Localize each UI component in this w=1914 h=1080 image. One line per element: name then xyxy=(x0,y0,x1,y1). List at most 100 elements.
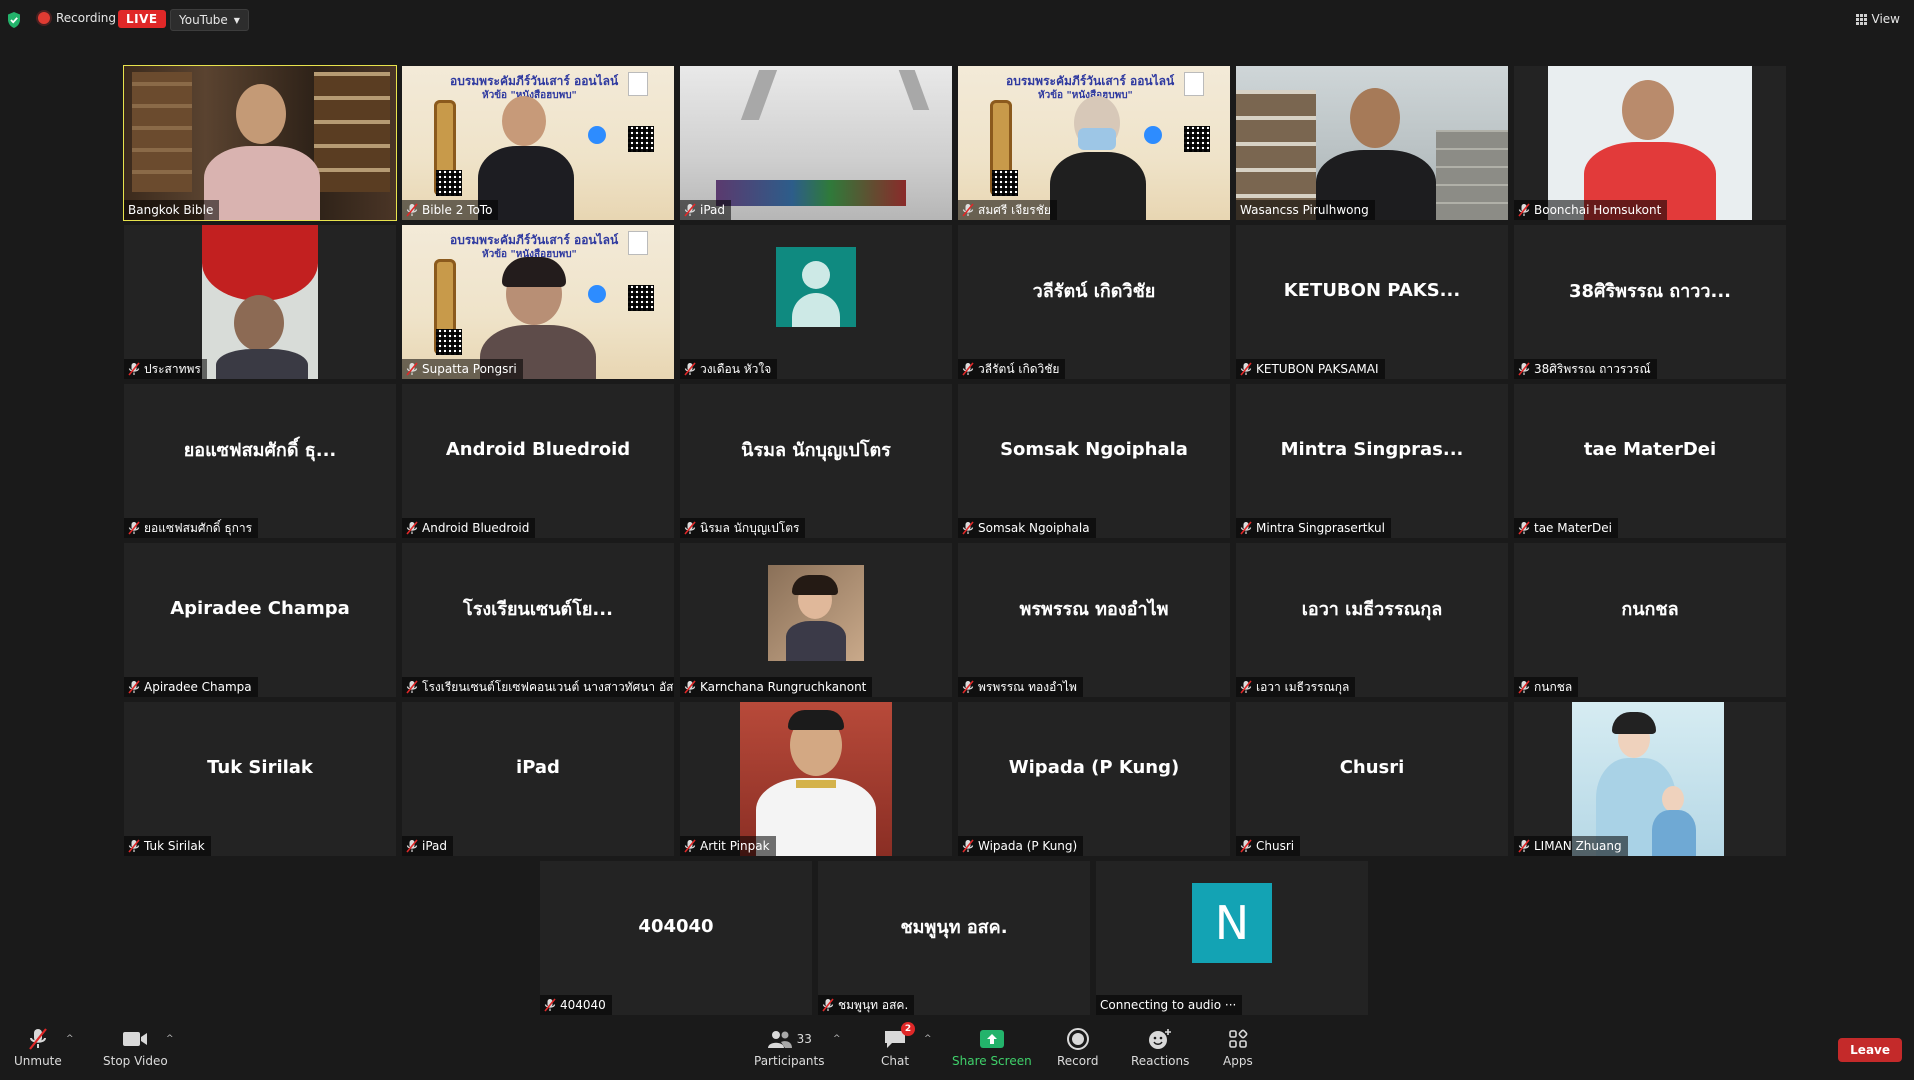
video-options-caret-icon[interactable]: ^ xyxy=(166,1034,174,1044)
participants-options-caret-icon[interactable]: ^ xyxy=(833,1034,841,1044)
participant-tile[interactable]: 38ศิริพรรณ ถาวว... 38ศิริพรรณ ถาวรวรณ์ xyxy=(1514,225,1786,379)
participant-display-name: Wipada (P Kung) xyxy=(1008,756,1180,778)
participant-name-label: tae MaterDei xyxy=(1514,518,1618,538)
participant-tile[interactable]: ยอแซฟสมศักดิ์ ธุ... ยอแซฟสมศักดิ์ ธุการ xyxy=(124,384,396,538)
video-feed xyxy=(124,225,396,379)
participant-tile[interactable]: LIMAN Zhuang xyxy=(1514,702,1786,856)
microphone-muted-icon xyxy=(544,998,556,1012)
participant-name-label: กนกชล xyxy=(1514,677,1579,697)
share-screen-button[interactable]: Share Screen xyxy=(952,1026,1032,1068)
participant-name-label: Wasancss Pirulhwong xyxy=(1236,200,1375,220)
participant-tile[interactable]: Artit Pinpak xyxy=(680,702,952,856)
participant-name: Supatta Pongsri xyxy=(422,362,517,376)
participant-tile[interactable]: วงเดือน หัวใจ xyxy=(680,225,952,379)
microphone-muted-icon xyxy=(684,362,696,376)
participant-tile[interactable]: Mintra Singpras... Mintra Singprasertkul xyxy=(1236,384,1508,538)
participant-tile[interactable]: Boonchai Homsukont xyxy=(1514,66,1786,220)
participant-tile[interactable]: iPad xyxy=(680,66,952,220)
participant-tile[interactable]: โรงเรียนเซนต์โย... โรงเรียนเซนต์โยเซฟคอนเ… xyxy=(402,543,674,697)
record-button[interactable]: Record xyxy=(1057,1026,1098,1068)
qr-code-icon xyxy=(992,170,1018,196)
participant-display-name: 38ศิริพรรณ ถาวว... xyxy=(1568,280,1732,302)
microphone-muted-icon xyxy=(684,203,696,217)
participant-tile[interactable]: Wipada (P Kung) Wipada (P Kung) xyxy=(958,702,1230,856)
participant-tile[interactable]: อบรมพระคัมภีร์วันเสาร์ ออนไลน์ หัวข้อ "หน… xyxy=(402,66,674,220)
participant-name: Boonchai Homsukont xyxy=(1534,203,1662,217)
participant-name: Wipada (P Kung) xyxy=(978,839,1078,853)
participant-name: เอวา เมธีวรรณกุล xyxy=(1256,679,1350,694)
participant-tile[interactable]: กนกชล กนกชล xyxy=(1514,543,1786,697)
participant-tile[interactable]: KETUBON PAKS... KETUBON PAKSAMAI xyxy=(1236,225,1508,379)
audio-options-caret-icon[interactable]: ^ xyxy=(66,1034,74,1044)
unmute-button[interactable]: Unmute xyxy=(14,1026,62,1068)
participants-button[interactable]: 33 Participants xyxy=(754,1026,825,1068)
participant-name-label: Karnchana Rungruchkanont xyxy=(680,677,873,697)
video-feed xyxy=(124,66,396,220)
view-button[interactable]: View xyxy=(1855,12,1900,26)
record-label: Record xyxy=(1057,1054,1099,1068)
participant-tile[interactable]: วลีรัตน์ เกิดวิชัย วลีรัตน์ เกิดวิชัย xyxy=(958,225,1230,379)
chat-options-caret-icon[interactable]: ^ xyxy=(924,1034,932,1044)
stream-target-dropdown[interactable]: YouTube ▼ xyxy=(170,9,249,31)
video-feed xyxy=(680,66,952,220)
participant-tile[interactable]: Wasancss Pirulhwong xyxy=(1236,66,1508,220)
apps-button[interactable]: Apps xyxy=(1223,1026,1253,1068)
participant-name-label: ประสาทพร xyxy=(124,359,207,379)
participant-display-name: Chusri xyxy=(1339,756,1405,778)
participant-tile[interactable]: ประสาทพร xyxy=(124,225,396,379)
apps-icon xyxy=(1229,1029,1248,1048)
recording-indicator[interactable]: Recording xyxy=(38,11,116,25)
participant-display-name: วลีรัตน์ เกิดวิชัย xyxy=(1032,280,1156,302)
participant-name-label: ชมพูนุท อสค. xyxy=(818,995,915,1015)
security-shield-icon[interactable] xyxy=(6,11,22,29)
speaker-photo xyxy=(1184,72,1204,96)
participant-display-name: โรงเรียนเซนต์โย... xyxy=(463,598,613,620)
participant-tile[interactable]: พรพรรณ ทองอำไพ พรพรรณ ทองอำไพ xyxy=(958,543,1230,697)
microphone-muted-icon xyxy=(1518,521,1530,535)
video-camera-icon xyxy=(123,1032,148,1046)
leave-button[interactable]: Leave xyxy=(1838,1038,1902,1062)
event-poster: อบรมพระคัมภีร์วันเสาร์ ออนไลน์ หัวข้อ "หน… xyxy=(402,66,674,220)
video-feed xyxy=(1236,66,1508,220)
participant-tile[interactable]: อบรมพระคัมภีร์วันเสาร์ ออนไลน์ หัวข้อ "หน… xyxy=(402,225,674,379)
participant-tile[interactable]: Android Bluedroid Android Bluedroid xyxy=(402,384,674,538)
participant-tile[interactable]: อบรมพระคัมภีร์วันเสาร์ ออนไลน์ หัวข้อ "หน… xyxy=(958,66,1230,220)
qr-code-icon xyxy=(1184,126,1210,152)
participant-tile[interactable]: Karnchana Rungruchkanont xyxy=(680,543,952,697)
participant-display-name: Android Bluedroid xyxy=(445,438,631,460)
participant-tile[interactable]: เอวา เมธีวรรณกุล เอวา เมธีวรรณกุล xyxy=(1236,543,1508,697)
participant-display-name: เอวา เมธีวรรณกุล xyxy=(1301,598,1443,620)
participant-tile[interactable]: Tuk Sirilak Tuk Sirilak xyxy=(124,702,396,856)
participant-tile[interactable]: Chusri Chusri xyxy=(1236,702,1508,856)
initial-avatar: N xyxy=(1192,883,1272,963)
qr-code-icon xyxy=(628,126,654,152)
participant-tile[interactable]: Bangkok Bible xyxy=(123,65,397,221)
participant-tile[interactable]: 404040 404040 xyxy=(540,861,812,1015)
microphone-muted-icon xyxy=(1518,680,1530,694)
zoom-logo-icon xyxy=(588,126,606,144)
chat-button[interactable]: 2 Chat xyxy=(881,1022,916,1068)
stop-video-button[interactable]: Stop Video xyxy=(103,1026,168,1068)
participant-tile[interactable]: นิรมล นักบุญเปโตร นิรมล นักบุญเปโตร xyxy=(680,384,952,538)
participant-tile[interactable]: Apiradee Champa Apiradee Champa xyxy=(124,543,396,697)
profile-photo xyxy=(1572,702,1724,856)
participant-tile[interactable]: tae MaterDei tae MaterDei xyxy=(1514,384,1786,538)
participant-name-label: Supatta Pongsri xyxy=(402,359,523,379)
participant-name: 404040 xyxy=(560,998,606,1012)
microphone-muted-icon xyxy=(128,521,140,535)
record-icon xyxy=(1066,1028,1089,1050)
participant-name-label: Tuk Sirilak xyxy=(124,836,211,856)
participant-tile[interactable]: iPad iPad xyxy=(402,702,674,856)
reactions-button[interactable]: Reactions xyxy=(1131,1026,1189,1068)
participant-name: ชมพูนุท อสค. xyxy=(838,997,909,1012)
participant-name: Karnchana Rungruchkanont xyxy=(700,680,867,694)
participant-name: สมศรี เจียรชัย xyxy=(978,202,1051,217)
participant-name: Chusri xyxy=(1256,839,1295,853)
live-badge[interactable]: LIVE xyxy=(118,10,166,28)
microphone-muted-icon xyxy=(962,680,974,694)
participant-name: Mintra Singprasertkul xyxy=(1256,521,1385,535)
participant-tile[interactable]: N Connecting to audio ··· xyxy=(1096,861,1368,1015)
participant-display-name: iPad xyxy=(516,756,560,778)
participant-tile[interactable]: Somsak Ngoiphala Somsak Ngoiphala xyxy=(958,384,1230,538)
participant-tile[interactable]: ชมพูนุท อสค. ชมพูนุท อสค. xyxy=(818,861,1090,1015)
